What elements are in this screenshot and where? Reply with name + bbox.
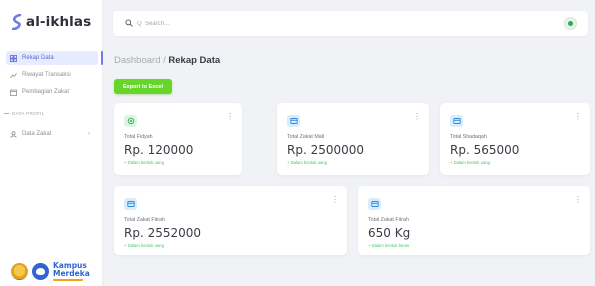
sidebar-item-label: Riwayat Transaksi [22, 72, 71, 78]
card-value: Rp. 120000 [124, 143, 194, 157]
sidebar-item-data-zakat[interactable]: Data Zakat › [6, 127, 98, 141]
wallet-icon [124, 198, 137, 210]
search-icon [125, 19, 133, 27]
card-total-shadaqah: ⋮ Total Shadaqah Rp. 565000 + Dalam bent… [440, 103, 590, 175]
card-note: + Dalam bentuk uang [287, 160, 327, 165]
card-value: Rp. 2552000 [124, 226, 202, 240]
search-input[interactable] [137, 17, 437, 30]
page-title: Rekap Data [168, 55, 221, 66]
breadcrumb-parent[interactable]: Dashboard [114, 55, 160, 66]
sidebar-item-riwayat-transaksi[interactable]: Riwayat Transaksi [6, 68, 98, 82]
sidebar-item-pembagian-zakat[interactable]: Pembagian Zakat [6, 85, 98, 99]
brand-logo-icon [12, 14, 22, 30]
avatar-icon[interactable] [564, 17, 577, 30]
card-note: + Dalam bentuk uang [450, 160, 490, 165]
section-label-data-profil: DATA PROFIL [4, 111, 44, 116]
divider [4, 113, 9, 114]
active-indicator [101, 51, 103, 65]
gift-icon [124, 115, 137, 127]
export-to-excel-button[interactable]: Export to Excel [114, 79, 172, 94]
brand-name: al-ikhlas [26, 14, 92, 30]
sidebar: al-ikhlas Rekap Data Riwayat Transaksi P… [0, 0, 103, 286]
card-label: Total Fidyah [124, 134, 153, 140]
card-note: + Dalam bentuk beras [368, 243, 410, 248]
card-label: Total Zakat Fitrah [124, 217, 165, 223]
top-bar [113, 11, 588, 36]
logo-underline [53, 279, 83, 281]
brand[interactable]: al-ikhlas [12, 14, 91, 30]
breadcrumb: Dashboard / Rekap Data [114, 55, 220, 66]
sidebar-item-label: Rekap Data [22, 55, 54, 61]
card-total-zakat-fitrah-uang: ⋮ Total Zakat Fitrah Rp. 2552000 + Dalam… [114, 186, 347, 255]
chevron-right-icon: › [88, 131, 90, 137]
kampus-merdeka-logo-icon [32, 263, 49, 280]
card-note: + Dalam bentuk uang [124, 243, 164, 248]
sidebar-item-rekap-data[interactable]: Rekap Data [6, 51, 98, 65]
wallet-icon [450, 115, 463, 127]
more-options-icon[interactable]: ⋮ [574, 196, 582, 204]
more-options-icon[interactable]: ⋮ [331, 196, 339, 204]
card-value: Rp. 2500000 [287, 143, 365, 157]
card-label: Total Shadaqah [450, 134, 487, 140]
card-value: Rp. 565000 [450, 143, 520, 157]
wallet-icon [368, 198, 381, 210]
card-label: Total Zakat Mall [287, 134, 325, 140]
sidebar-item-label: Data Zakat [22, 131, 52, 137]
card-total-zakat-mall: ⋮ Total Zakat Mall Rp. 2500000 + Dalam b… [277, 103, 429, 175]
more-options-icon[interactable]: ⋮ [413, 113, 421, 121]
card-total-zakat-fitrah-beras: ⋮ Total Zakat Fitrah 650 Kg + Dalam bent… [358, 186, 590, 255]
card-value: 650 Kg [368, 226, 411, 240]
sidebar-item-label: Pembagian Zakat [22, 89, 70, 95]
card-total-fidyah: ⋮ Total Fidyah Rp. 120000 + Dalam bentuk… [114, 103, 242, 175]
user-icon [10, 130, 17, 138]
more-options-icon[interactable]: ⋮ [226, 113, 234, 121]
card-label: Total Zakat Fitrah [368, 217, 409, 223]
grid-icon [10, 54, 17, 62]
card-note: + Dalam bentuk uang [124, 160, 164, 165]
wallet-icon [287, 115, 300, 127]
kampus-merdeka-logo: Kampus Merdeka [53, 262, 90, 281]
trend-icon [10, 72, 17, 78]
more-options-icon[interactable]: ⋮ [574, 113, 582, 121]
calendar-icon [10, 89, 17, 96]
university-seal-icon [11, 263, 28, 280]
footer-logos: Kampus Merdeka [11, 262, 90, 281]
